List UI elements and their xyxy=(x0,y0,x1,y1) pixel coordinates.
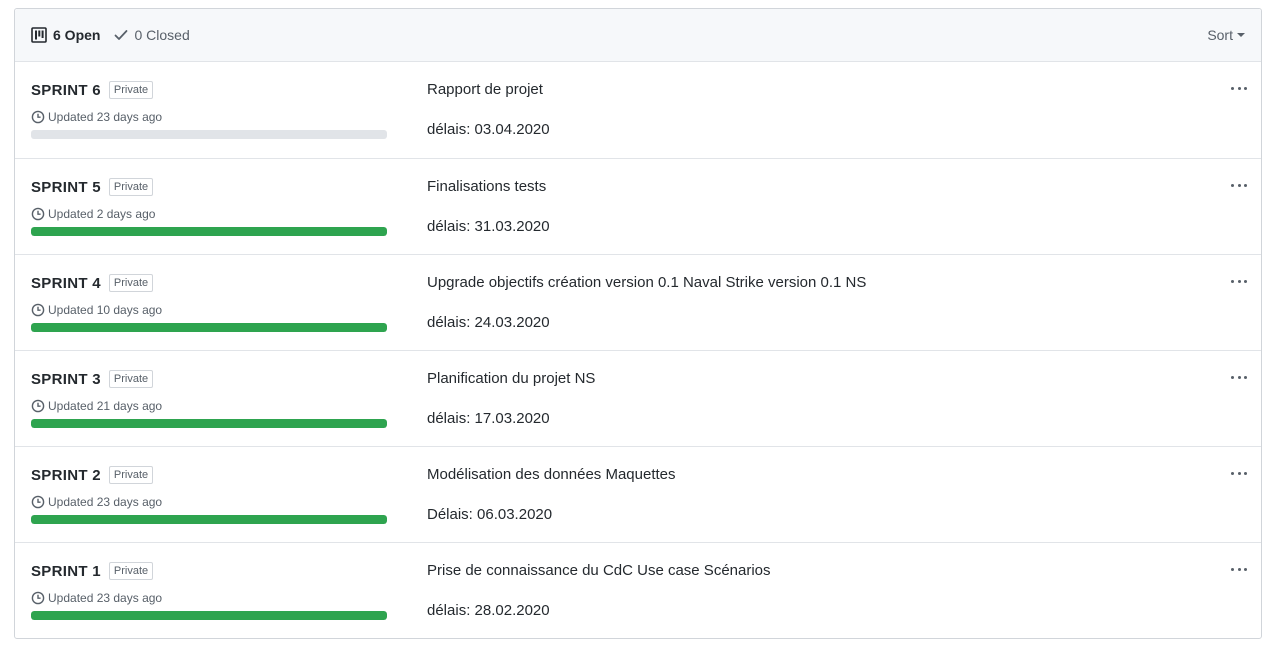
project-name-link[interactable]: SPRINT 6 xyxy=(31,82,101,99)
project-title-line: SPRINT 4 Private xyxy=(31,274,154,292)
sort-dropdown[interactable]: Sort xyxy=(1207,27,1245,43)
project-row: SPRINT 3 Private Updated 21 days ago Planif… xyxy=(15,350,1261,446)
private-badge: Private xyxy=(108,370,154,388)
progress-bar-fill xyxy=(31,611,387,620)
project-title-line: SPRINT 5 Private xyxy=(31,178,154,196)
project-board-icon xyxy=(31,27,47,43)
project-name-link[interactable]: SPRINT 3 xyxy=(31,371,101,388)
clock-icon xyxy=(31,591,45,605)
project-updated: Updated 23 days ago xyxy=(31,495,162,509)
project-row: SPRINT 5 Private Updated 2 days ago Finalis… xyxy=(15,158,1261,254)
project-name-link[interactable]: SPRINT 4 xyxy=(31,275,101,292)
project-description: Modélisation des données Maquettes xyxy=(427,466,676,483)
open-count-label: 6 Open xyxy=(53,27,101,43)
project-title-line: SPRINT 1 Private xyxy=(31,562,154,580)
projects-list-header: 6 Open 0 Closed Sort xyxy=(15,9,1261,62)
updated-text: Updated 23 days ago xyxy=(48,495,163,509)
project-updated: Updated 2 days ago xyxy=(31,207,155,221)
progress-bar-fill xyxy=(31,419,387,428)
clock-icon xyxy=(31,303,45,317)
project-deadline: délais: 28.02.2020 xyxy=(427,602,550,619)
progress-bar xyxy=(31,323,387,332)
project-name-link[interactable]: SPRINT 1 xyxy=(31,563,101,580)
project-deadline: délais: 24.03.2020 xyxy=(427,314,550,331)
private-badge: Private xyxy=(108,466,154,484)
project-name-link[interactable]: SPRINT 2 xyxy=(31,467,101,484)
project-deadline: délais: 17.03.2020 xyxy=(427,410,550,427)
kebab-horizontal-icon[interactable] xyxy=(1231,561,1247,577)
sort-label: Sort xyxy=(1207,27,1233,43)
kebab-horizontal-icon[interactable] xyxy=(1231,177,1247,193)
open-projects-filter[interactable]: 6 Open xyxy=(31,27,100,43)
private-badge: Private xyxy=(108,81,154,99)
project-description: Upgrade objectifs création version 0.1 N… xyxy=(427,274,867,291)
updated-text: Updated 10 days ago xyxy=(48,303,163,317)
project-description: Rapport de projet xyxy=(427,81,543,98)
progress-bar-fill xyxy=(31,323,387,332)
progress-bar xyxy=(31,611,387,620)
updated-text: Updated 2 days ago xyxy=(48,207,156,221)
progress-bar xyxy=(31,227,387,236)
closed-count-label: 0 Closed xyxy=(134,27,190,43)
project-updated: Updated 21 days ago xyxy=(31,399,162,413)
projects-list: 6 Open 0 Closed Sort SPRINT 6 Private Upda… xyxy=(14,8,1262,639)
project-updated: Updated 23 days ago xyxy=(31,110,162,124)
updated-text: Updated 23 days ago xyxy=(48,591,163,605)
closed-projects-filter[interactable]: 0 Closed xyxy=(114,27,190,43)
private-badge: Private xyxy=(108,178,154,196)
project-row: SPRINT 6 Private Updated 23 days ago Rappor… xyxy=(15,62,1261,158)
clock-icon xyxy=(31,495,45,509)
project-description: Finalisations tests xyxy=(427,178,547,195)
kebab-horizontal-icon[interactable] xyxy=(1231,273,1247,289)
project-description: Planification du projet NS xyxy=(427,370,596,387)
clock-icon xyxy=(31,399,45,413)
project-row: SPRINT 2 Private Updated 23 days ago Modéli… xyxy=(15,446,1261,542)
project-updated: Updated 23 days ago xyxy=(31,591,162,605)
updated-text: Updated 23 days ago xyxy=(48,110,163,124)
project-title-line: SPRINT 3 Private xyxy=(31,370,154,388)
project-row: SPRINT 4 Private Updated 10 days ago Upgrad… xyxy=(15,254,1261,350)
progress-bar xyxy=(31,515,387,524)
project-deadline: Délais: 06.03.2020 xyxy=(427,506,553,523)
project-deadline: délais: 31.03.2020 xyxy=(427,218,550,235)
kebab-horizontal-icon[interactable] xyxy=(1231,465,1247,481)
progress-bar-fill xyxy=(31,227,387,236)
progress-bar xyxy=(31,419,387,428)
project-description: Prise de connaissance du CdC Use case Sc… xyxy=(427,562,771,579)
kebab-horizontal-icon[interactable] xyxy=(1231,80,1247,96)
clock-icon xyxy=(31,110,45,124)
updated-text: Updated 21 days ago xyxy=(48,399,163,413)
check-icon xyxy=(115,30,128,40)
project-updated: Updated 10 days ago xyxy=(31,303,162,317)
project-name-link[interactable]: SPRINT 5 xyxy=(31,179,101,196)
kebab-horizontal-icon[interactable] xyxy=(1231,369,1247,385)
project-row: SPRINT 1 Private Updated 23 days ago Prise … xyxy=(15,542,1261,638)
private-badge: Private xyxy=(108,562,154,580)
clock-icon xyxy=(31,207,45,221)
progress-bar xyxy=(31,130,387,139)
project-title-line: SPRINT 2 Private xyxy=(31,466,154,484)
project-deadline: délais: 03.04.2020 xyxy=(427,121,550,138)
project-title-line: SPRINT 6 Private xyxy=(31,81,154,99)
private-badge: Private xyxy=(108,274,154,292)
caret-down-icon xyxy=(1237,33,1245,37)
progress-bar-fill xyxy=(31,515,387,524)
